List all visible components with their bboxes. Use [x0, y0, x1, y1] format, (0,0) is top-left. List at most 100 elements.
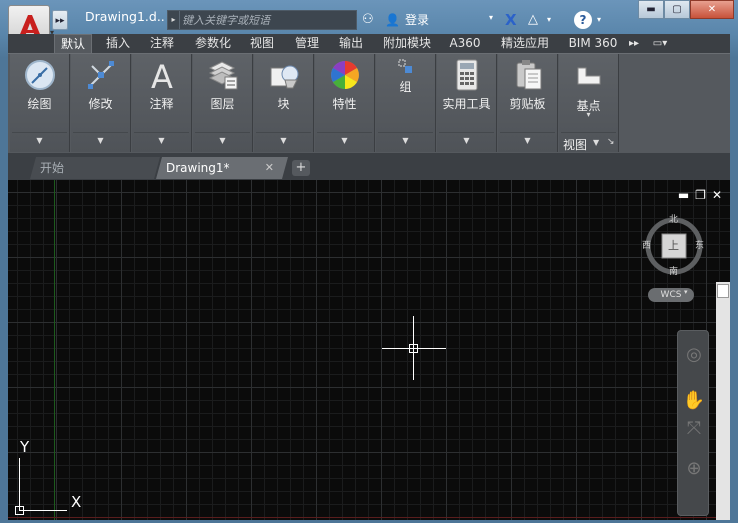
new-tab-button[interactable]: + — [292, 160, 310, 176]
panel-group[interactable]: 组 ▼ — [376, 54, 436, 152]
quick-access-expand-button[interactable]: ▸▸ — [52, 10, 68, 30]
panel-view-label[interactable]: 视图 — [563, 136, 587, 153]
divider — [256, 132, 311, 133]
compass-north[interactable]: 北 — [669, 212, 678, 225]
ucs-x-label: X — [71, 493, 82, 511]
divider — [12, 132, 67, 133]
panel-properties[interactable]: 特性 ▼ — [315, 54, 375, 152]
tab-drawing1[interactable]: Drawing1* ✕ — [156, 157, 288, 179]
tab-bim360[interactable]: BIM 360 — [562, 34, 624, 53]
tab-view[interactable]: 视图 — [244, 34, 280, 53]
ribbon-minimize-toggle[interactable]: ▭▾ — [646, 34, 674, 53]
panel-annotation[interactable]: A 注释 ▼ — [132, 54, 192, 152]
tab-start-label: 开始 — [40, 161, 65, 175]
tab-default[interactable]: 默认 — [54, 34, 92, 53]
window-controls: ▬ ▢ ✕ — [638, 0, 734, 19]
chevron-down-icon[interactable]: ▼ — [254, 136, 313, 145]
login-button[interactable]: 登录 — [405, 11, 429, 28]
panel-block[interactable]: 块 ▼ — [254, 54, 314, 152]
compass-west[interactable]: 西 — [642, 238, 651, 251]
navigation-bar: ◎ ✋ ⤧ ⊕ — [677, 330, 709, 516]
ucs-origin — [15, 506, 24, 515]
a360-triangle-icon[interactable]: △ — [528, 11, 538, 29]
divider — [439, 132, 494, 133]
document-title: Drawing1.d... — [85, 9, 165, 24]
panel-layers[interactable]: 图层 ▼ — [193, 54, 253, 152]
tab-a360[interactable]: A360 — [444, 34, 486, 53]
chevron-down-icon[interactable]: ▼ — [376, 136, 435, 145]
divider — [378, 132, 433, 133]
panel-draw[interactable]: 绘图 ▼ — [10, 54, 70, 152]
autocad-window: ▾ ▸▸ Drawing1.d... ▸ ⚇ 👤 登录 ▾ X △ ▾ ? ▾ … — [0, 0, 738, 523]
search-input[interactable] — [182, 12, 354, 28]
pickbox — [409, 344, 418, 353]
chevron-down-icon[interactable]: ▼ — [315, 136, 374, 145]
help-button[interactable]: ? — [574, 11, 592, 29]
chevron-down-icon[interactable]: ▾ — [684, 288, 688, 296]
tab-featured-apps[interactable]: 精选应用 — [494, 34, 556, 53]
divider — [500, 132, 555, 133]
x-axis-line — [8, 517, 730, 518]
panel-block-label: 块 — [277, 97, 290, 111]
chevron-down-icon[interactable]: ▼ — [10, 136, 69, 145]
calculator-icon — [456, 59, 477, 91]
tab-insert[interactable]: 插入 — [98, 34, 138, 53]
block-icon — [270, 65, 298, 89]
restore-icon[interactable]: ❐ — [695, 188, 706, 202]
chevron-down-icon[interactable]: ▼ — [71, 136, 130, 145]
minimize-icon[interactable]: ▬ — [678, 188, 689, 202]
chevron-down-icon[interactable]: ▾ — [547, 11, 551, 29]
panel-clipboard[interactable]: 剪贴板 ▼ — [498, 54, 558, 152]
panel-modify[interactable]: 修改 ▼ — [71, 54, 131, 152]
layers-icon — [208, 61, 237, 90]
tab-manage[interactable]: 管理 — [288, 34, 326, 53]
chevron-down-icon[interactable]: ▾ — [559, 110, 618, 119]
maximize-button[interactable]: ▢ — [664, 0, 690, 19]
chevron-down-icon[interactable]: ▾ — [597, 11, 601, 29]
chevron-down-icon[interactable]: ▼ — [437, 136, 496, 145]
exchange-apps-icon[interactable]: X — [505, 11, 517, 29]
base-point-icon — [577, 67, 600, 85]
chevron-down-icon[interactable]: ▾ — [489, 13, 493, 22]
panel-launcher-icon[interactable]: ↘ — [607, 137, 615, 147]
document-tab-bar: 开始 Drawing1* ✕ + — [8, 153, 730, 180]
vertical-scrollbar[interactable] — [716, 282, 730, 520]
scrollbar-thumb[interactable] — [717, 284, 729, 298]
ucs-y-label: Y — [20, 438, 30, 456]
binoculars-icon[interactable]: ⚇ — [362, 11, 374, 29]
orbit-icon[interactable]: ⊕ — [682, 457, 706, 481]
close-button[interactable]: ✕ — [690, 0, 734, 19]
group-icon — [398, 59, 412, 73]
tab-output[interactable]: 输出 — [332, 34, 370, 53]
user-icon: 👤 — [385, 13, 400, 27]
y-axis-line — [54, 180, 55, 520]
minimize-button[interactable]: ▬ — [638, 0, 664, 19]
ribbon: 绘图 ▼ 修改 ▼ A 注释 ▼ 图层 ▼ 块 ▼ 特性 ▼ 组 ▼ 实用工具 … — [8, 53, 730, 153]
divider — [134, 132, 189, 133]
tab-drawing1-label: Drawing1* — [166, 161, 230, 175]
panel-view[interactable]: 基点 ▾ 视图 ▼ ↘ — [559, 54, 619, 152]
more-tabs-icon[interactable]: ▸▸ — [626, 34, 642, 53]
chevron-down-icon[interactable]: ▼ — [132, 136, 191, 145]
search-expand-icon[interactable]: ▸ — [168, 11, 180, 29]
panel-layers-label: 图层 — [210, 97, 235, 111]
ucs-y-axis — [19, 458, 20, 510]
pan-hand-icon[interactable]: ✋ — [682, 389, 706, 413]
color-wheel-icon — [330, 61, 359, 89]
viewcube-face-top[interactable]: 上 — [668, 237, 679, 253]
tab-addins[interactable]: 附加模块 — [376, 34, 438, 53]
tab-start[interactable]: 开始 — [30, 157, 160, 179]
panel-utilities[interactable]: 实用工具 ▼ — [437, 54, 497, 152]
chevron-down-icon[interactable]: ▼ — [193, 136, 252, 145]
zoom-extents-icon[interactable]: ⤧ — [682, 417, 706, 441]
chevron-down-icon[interactable]: ▼ — [498, 136, 557, 145]
close-icon[interactable]: ✕ — [265, 157, 274, 179]
tab-parametric[interactable]: 参数化 — [188, 34, 238, 53]
steering-wheel-icon[interactable]: ◎ — [682, 343, 706, 367]
compass-east[interactable]: 东 — [695, 238, 704, 251]
compass-south[interactable]: 南 — [669, 264, 678, 277]
drawing-canvas[interactable]: ▬ ❐ ✕ 北 南 东 西 上 WCS ▾ ◎ ✋ ⤧ ⊕ Y X — [8, 180, 730, 520]
close-icon[interactable]: ✕ — [712, 188, 722, 202]
chevron-down-icon[interactable]: ▼ — [593, 138, 599, 147]
tab-annotate[interactable]: 注释 — [144, 34, 180, 53]
